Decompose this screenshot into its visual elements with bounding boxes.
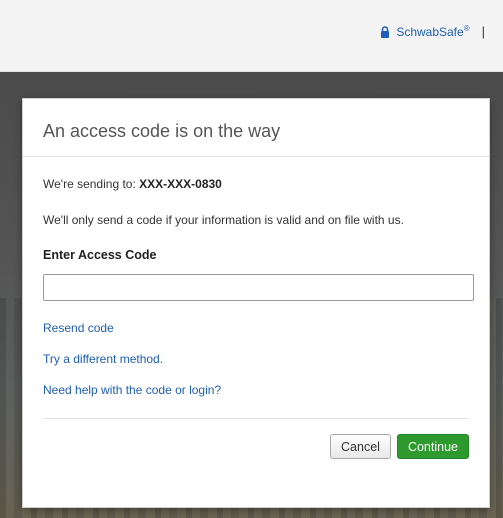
schwabsafe-label: SchwabSafe® xyxy=(396,24,470,39)
access-code-label: Enter Access Code xyxy=(43,248,157,262)
need-help-link[interactable]: Need help with the code or login? xyxy=(43,383,469,397)
dialog-title: An access code is on the way xyxy=(23,99,489,157)
dialog-body: We're sending to: XXX-XXX-0830 We'll onl… xyxy=(23,177,489,459)
resend-code-link[interactable]: Resend code xyxy=(43,321,469,335)
try-different-method-link[interactable]: Try a different method. xyxy=(43,352,469,366)
schwabsafe-link[interactable]: SchwabSafe® | xyxy=(380,24,485,39)
header-separator: | xyxy=(481,24,485,39)
continue-button[interactable]: Continue xyxy=(396,434,469,459)
access-code-input[interactable] xyxy=(43,274,474,301)
masked-phone-number: XXX-XXX-0830 xyxy=(139,177,222,191)
cancel-button[interactable]: Cancel xyxy=(330,434,391,459)
top-header-bar: SchwabSafe® | xyxy=(0,0,503,72)
sending-to-text: We're sending to: XXX-XXX-0830 xyxy=(43,177,469,191)
lock-icon xyxy=(380,25,390,38)
sending-prefix: We're sending to: xyxy=(43,177,140,191)
validity-note: We'll only send a code if your informati… xyxy=(43,213,404,227)
dialog-footer: Cancel Continue xyxy=(43,419,469,459)
access-code-dialog: An access code is on the way We're sendi… xyxy=(22,98,490,508)
